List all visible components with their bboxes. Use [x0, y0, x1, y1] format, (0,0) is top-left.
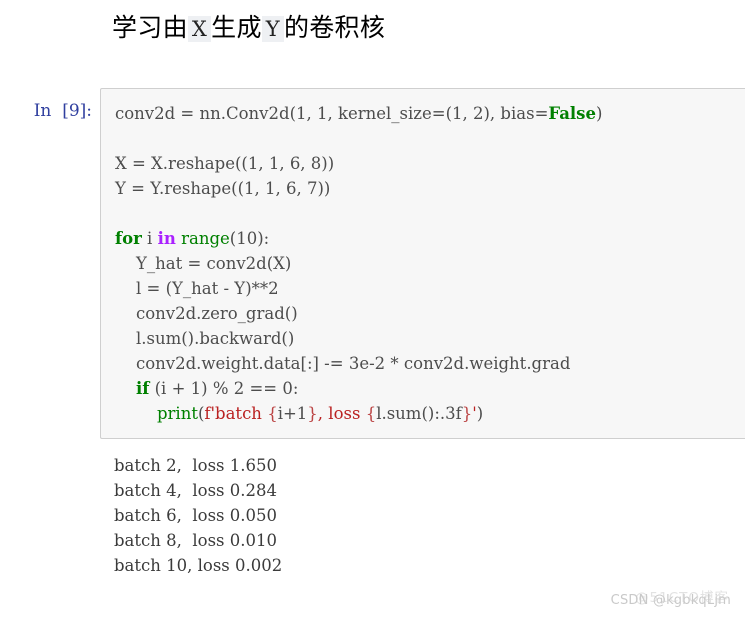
code-token-brace-open-1: { [267, 404, 278, 424]
code-line-4: Y = Y.reshape((1, 1, 6, 7)) [115, 179, 331, 199]
code-token-loopvar: i [141, 229, 158, 249]
code-editor[interactable]: conv2d = nn.Conv2d(1, 1, kernel_size=(1,… [100, 88, 745, 440]
page-title-inline-code-x: X [187, 16, 212, 42]
page-title-segment-3: 的卷积核 [283, 13, 386, 42]
notebook-input-cell[interactable]: In [9]: conv2d = nn.Conv2d(1, 1, kernel_… [0, 88, 745, 440]
code-line-9: conv2d.zero_grad() [115, 304, 298, 324]
code-token-brace-close-1: } [307, 404, 318, 424]
watermark-primary: CSDN @kgbkqLjm [610, 593, 731, 608]
code-line-7: Y_hat = conv2d(X) [115, 254, 292, 274]
code-token-brace-open-2: { [365, 404, 377, 424]
output-text: batch 2, loss 1.650 batch 4, loss 0.284 … [114, 456, 283, 576]
code-token-fstring-expr-2: l.sum():.3f [376, 404, 462, 424]
page-title-segment-1: 学习由 [112, 13, 188, 42]
code-line-13: print(f'batch {i+1}, loss {l.sum():.3f}'… [115, 404, 483, 423]
code-token-range: range [175, 229, 230, 249]
code-source[interactable]: conv2d = nn.Conv2d(1, 1, kernel_size=(1,… [115, 101, 737, 426]
code-token-print-indent [115, 404, 157, 423]
input-prompt: In [9]: [33, 101, 92, 122]
code-token-for: for [115, 229, 142, 249]
code-line-12: if (i + 1) % 2 == 0: [115, 379, 298, 398]
code-token-fstring-mid: , loss [317, 404, 366, 424]
code-token-line1-close: ) [595, 104, 603, 124]
code-token-range-args: (10): [229, 229, 270, 249]
code-token-print: print [156, 404, 198, 424]
page-title-segment-2: 生成 [211, 13, 262, 42]
code-token-assign-conv2d: conv2d = nn.Conv2d(1, 1, kernel_size=(1,… [115, 104, 549, 124]
code-line-6: for i in range(10): [115, 229, 269, 248]
code-token-brace-close-2: } [461, 404, 473, 424]
code-line-3: X = X.reshape((1, 1, 6, 8)) [115, 154, 335, 174]
code-token-false: False [548, 104, 596, 124]
code-token-in: in [157, 229, 176, 249]
code-token-if-indent [115, 379, 136, 398]
watermark-secondary: @51CTO博客 [635, 590, 729, 606]
code-token-fstring-prefix: f'batch [204, 404, 268, 424]
code-line-11: conv2d.weight.data[:] -= 3e-2 * conv2d.w… [115, 354, 571, 374]
code-line-8: l = (Y_hat - Y)**2 [115, 279, 279, 299]
notebook-output-cell: batch 2, loss 1.650 batch 4, loss 0.284 … [0, 453, 745, 578]
code-token-print-close: ) [476, 404, 484, 424]
code-token-fstring-expr-1: i+1 [277, 404, 308, 424]
code-line-10: l.sum().backward() [115, 329, 295, 349]
page-title: 学习由 X 生成 Y 的卷积核 [0, 0, 745, 46]
code-token-if: if [135, 379, 150, 399]
code-line-1: conv2d = nn.Conv2d(1, 1, kernel_size=(1,… [115, 104, 602, 123]
page-title-inline-code-y: Y [261, 16, 284, 42]
code-token-if-condition: (i + 1) % 2 == 0: [149, 379, 299, 399]
